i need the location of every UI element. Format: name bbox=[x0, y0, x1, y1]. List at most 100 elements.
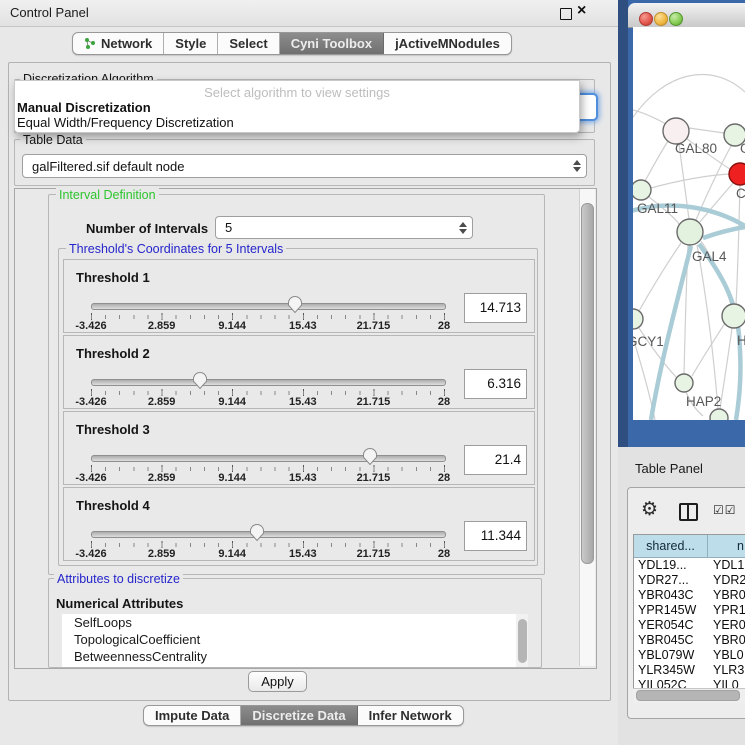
table-row[interactable]: YBR045CYBR0 bbox=[634, 633, 745, 648]
zoom-traffic-light-icon[interactable] bbox=[669, 12, 683, 26]
thresholds-group-label: Threshold's Coordinates for 5 Intervals bbox=[66, 242, 286, 256]
control-panel-title: Control Panel bbox=[10, 5, 89, 20]
slider-minor-ticks bbox=[91, 467, 445, 471]
threshold-3-panel: Threshold 3 21.4 -3.4262.8599.14415.4321… bbox=[63, 411, 535, 485]
settings-scrollbar-thumb[interactable] bbox=[581, 203, 594, 564]
attribute-list-item[interactable]: SelfLoops bbox=[62, 614, 516, 631]
bottom-tab-bar: Impute Data Discretize Data Infer Networ… bbox=[143, 705, 464, 726]
threshold-2-slider[interactable] bbox=[91, 379, 446, 386]
slider-tick-label: 28 bbox=[438, 548, 450, 560]
network-node-GCY1[interactable] bbox=[633, 309, 643, 329]
top-tab-bar: Network Style Select Cyni Toolbox jActiv… bbox=[72, 32, 512, 55]
threshold-4-value-field[interactable]: 11.344 bbox=[464, 521, 527, 551]
node-label: HAP2 bbox=[686, 394, 721, 409]
threshold-1-value-field[interactable]: 14.713 bbox=[464, 293, 527, 323]
table-panel-title: Table Panel bbox=[635, 461, 703, 476]
node-label: GA bbox=[740, 141, 745, 156]
network-node-HAP2[interactable] bbox=[675, 374, 693, 392]
slider-tick-label: 2.859 bbox=[148, 472, 176, 484]
threshold-2-slider-thumb[interactable] bbox=[192, 371, 208, 390]
number-of-intervals-combobox[interactable]: 5 bbox=[215, 216, 473, 239]
slider-tick-label: 28 bbox=[438, 320, 450, 332]
threshold-4-label: Threshold 4 bbox=[76, 498, 150, 513]
threshold-1-panel: Threshold 1 14.713 -3.4262.8599.14415.43… bbox=[63, 259, 535, 333]
threshold-3-value-field[interactable]: 21.4 bbox=[464, 445, 527, 475]
table-row[interactable]: YPR145WYPR1 bbox=[634, 603, 745, 618]
attributes-group-label: Attributes to discretize bbox=[54, 572, 183, 586]
table-row[interactable]: YBL079WYBL0 bbox=[634, 648, 745, 663]
algorithm-prompt-item[interactable]: Select algorithm to view settings bbox=[15, 81, 579, 100]
tab-style[interactable]: Style bbox=[164, 33, 218, 54]
slider-tick-label: 9.144 bbox=[218, 320, 246, 332]
tab-infer-network[interactable]: Infer Network bbox=[358, 706, 463, 725]
threshold-3-slider[interactable] bbox=[91, 455, 446, 462]
close-traffic-light-icon[interactable] bbox=[639, 12, 653, 26]
column-header-shared-name[interactable]: shared... bbox=[634, 535, 708, 558]
network-node-GAL4[interactable] bbox=[677, 219, 703, 245]
network-icon bbox=[84, 37, 96, 50]
attributes-list-scrollbar-thumb[interactable] bbox=[518, 619, 527, 663]
table-row[interactable]: YLR345WYLR3 bbox=[634, 663, 745, 678]
threshold-1-slider-thumb[interactable] bbox=[287, 295, 303, 314]
network-node-H[interactable] bbox=[722, 304, 745, 328]
slider-tick-label: 2.859 bbox=[148, 548, 176, 560]
attribute-list-item[interactable]: TopologicalCoefficient bbox=[62, 631, 516, 648]
algorithm-item-manual[interactable]: Manual Discretization bbox=[15, 100, 579, 115]
network-node-node-bottom-partial[interactable] bbox=[710, 409, 728, 420]
slider-minor-ticks bbox=[91, 315, 445, 319]
threshold-4-slider-thumb[interactable] bbox=[249, 523, 265, 542]
network-window-titlebar[interactable] bbox=[628, 3, 745, 28]
tab-impute-data[interactable]: Impute Data bbox=[144, 706, 241, 725]
tab-network[interactable]: Network bbox=[73, 33, 164, 54]
threshold-3-slider-thumb[interactable] bbox=[362, 447, 378, 466]
float-panel-icon[interactable] bbox=[560, 8, 572, 20]
table-row[interactable]: YBR043CYBR0 bbox=[634, 588, 745, 603]
tab-cyni-toolbox[interactable]: Cyni Toolbox bbox=[280, 33, 384, 54]
threshold-1-slider[interactable] bbox=[91, 303, 446, 310]
gear-icon[interactable]: ⚙ bbox=[641, 498, 658, 521]
slider-tick-label: -3.426 bbox=[75, 472, 106, 484]
threshold-2-value-field[interactable]: 6.316 bbox=[464, 369, 527, 399]
interval-definition-label: Interval Definition bbox=[56, 188, 159, 202]
slider-tick-label: 28 bbox=[438, 472, 450, 484]
algorithm-item-equal-width[interactable]: Equal Width/Frequency Discretization bbox=[15, 115, 579, 130]
tab-jactivemnodules[interactable]: jActiveMNodules bbox=[384, 33, 511, 54]
slider-tick-label: 2.859 bbox=[148, 396, 176, 408]
algorithm-dropdown-popup: Select algorithm to view settings Manual… bbox=[14, 80, 580, 133]
network-canvas[interactable]: GAL80GACGAL11GAL4GCY1HHAP2 bbox=[633, 27, 745, 420]
attribute-list-item[interactable]: BetweennessCentrality bbox=[62, 648, 516, 665]
apply-button[interactable]: Apply bbox=[248, 671, 307, 692]
node-label: H bbox=[737, 333, 745, 348]
network-node-node-selected-red[interactable] bbox=[729, 163, 745, 185]
table-row[interactable]: YER054CYER0 bbox=[634, 618, 745, 633]
threshold-1-label: Threshold 1 bbox=[76, 270, 150, 285]
node-table: shared... n YDL19...YDL1YDR27...YDR2YBR0… bbox=[633, 534, 745, 703]
column-header-name[interactable]: n bbox=[708, 535, 745, 558]
minimize-traffic-light-icon[interactable] bbox=[654, 12, 668, 26]
tab-select[interactable]: Select bbox=[218, 33, 279, 54]
network-node-GAL11[interactable] bbox=[633, 180, 651, 200]
combo-stepper-icon bbox=[568, 160, 586, 172]
table-data-combobox[interactable]: galFiltered.sif default node bbox=[22, 154, 587, 178]
table-scrollbar-thumb[interactable] bbox=[636, 690, 740, 701]
table-row[interactable]: YDR27...YDR2 bbox=[634, 573, 745, 588]
numerical-attributes-list[interactable]: SelfLoopsTopologicalCoefficientBetweenne… bbox=[62, 614, 516, 667]
split-table-icon[interactable] bbox=[679, 503, 698, 521]
select-columns-icon[interactable]: ☑☑ bbox=[713, 503, 737, 517]
slider-tick-label: 15.43 bbox=[289, 472, 317, 484]
slider-tick-label: -3.426 bbox=[75, 548, 106, 560]
control-panel-titlebar: Control Panel × bbox=[0, 0, 618, 27]
table-data-combobox-value: galFiltered.sif default node bbox=[23, 159, 568, 174]
threshold-4-panel: Threshold 4 11.344 -3.4262.8599.14415.43… bbox=[63, 487, 535, 561]
combo-stepper-icon bbox=[454, 222, 472, 234]
slider-tick-label: -3.426 bbox=[75, 320, 106, 332]
table-row[interactable]: YDL19...YDL1 bbox=[634, 558, 745, 573]
close-panel-icon[interactable]: × bbox=[577, 2, 586, 20]
threshold-4-slider[interactable] bbox=[91, 531, 446, 538]
node-label: C bbox=[736, 186, 745, 201]
slider-minor-ticks bbox=[91, 543, 445, 547]
slider-tick-label: -3.426 bbox=[75, 396, 106, 408]
threshold-3-label: Threshold 3 bbox=[76, 422, 150, 437]
slider-tick-label: 15.43 bbox=[289, 396, 317, 408]
tab-discretize-data[interactable]: Discretize Data bbox=[241, 706, 357, 725]
